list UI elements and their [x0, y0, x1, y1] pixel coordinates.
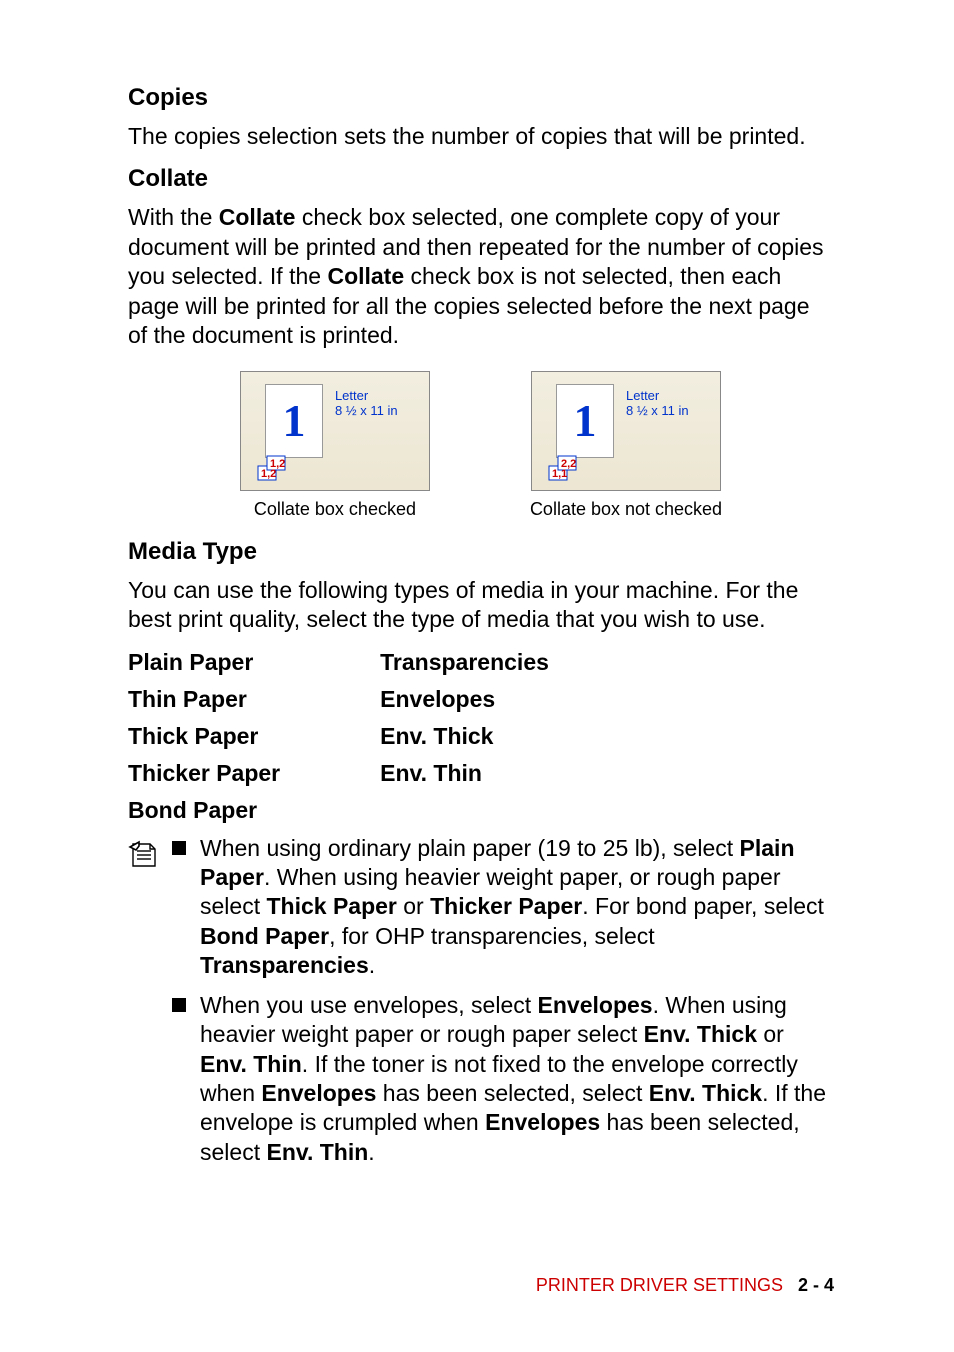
note-text-2: When you use envelopes, select Envelopes…	[200, 991, 834, 1168]
media-item: Env. Thin	[380, 760, 549, 787]
media-type-table: Plain Paper Thin Paper Thick Paper Thick…	[128, 649, 834, 824]
note-item-2: When you use envelopes, select Envelopes…	[172, 991, 834, 1168]
t: .	[369, 952, 375, 978]
page-footer: PRINTER DRIVER SETTINGS 2 - 4	[536, 1275, 834, 1296]
collate-checked-image: 1 Letter 8 ½ x 11 in 1,2 1,2	[240, 371, 430, 491]
numeral-one-icon: 1	[574, 394, 597, 447]
paper-size-label: Letter 8 ½ x 11 in	[335, 388, 398, 419]
s2-b2: Collate	[327, 263, 404, 289]
media-item: Env. Thick	[380, 723, 549, 750]
media-col-2: Transparencies Envelopes Env. Thick Env.…	[380, 649, 549, 824]
text-collate: With the Collate check box selected, one…	[128, 203, 834, 350]
b: Envelopes	[485, 1109, 600, 1135]
b: Thick Paper	[266, 893, 396, 919]
size-label: 8 ½ x 11 in	[335, 403, 398, 418]
text-media-type: You can use the following types of media…	[128, 576, 834, 635]
t: .	[368, 1139, 374, 1165]
b: Thicker Paper	[430, 893, 582, 919]
media-item: Thicker Paper	[128, 760, 280, 787]
stack-icon: 2,2 1,1	[546, 450, 592, 484]
media-item: Bond Paper	[128, 797, 280, 824]
collate-checked-col: 1 Letter 8 ½ x 11 in 1,2 1,2 Collate box…	[240, 371, 430, 520]
media-item: Thick Paper	[128, 723, 280, 750]
media-item: Transparencies	[380, 649, 549, 676]
b: Bond Paper	[200, 923, 329, 949]
footer-section: PRINTER DRIVER SETTINGS	[536, 1275, 783, 1295]
t: . For bond paper, select	[582, 893, 824, 919]
caption-checked: Collate box checked	[254, 499, 416, 520]
footer-page: 2 - 4	[798, 1275, 834, 1295]
b: Envelopes	[261, 1080, 376, 1106]
media-item: Thin Paper	[128, 686, 280, 713]
b: Env. Thin	[266, 1139, 368, 1165]
t: When using ordinary plain paper (19 to 2…	[200, 835, 740, 861]
collate-unchecked-image: 1 Letter 8 ½ x 11 in 2,2 1,1	[531, 371, 721, 491]
t: or	[757, 1021, 784, 1047]
note-text-1: When using ordinary plain paper (19 to 2…	[200, 834, 834, 981]
letter-label: Letter	[335, 388, 368, 403]
letter-label: Letter	[626, 388, 659, 403]
size-label: 8 ½ x 11 in	[626, 403, 689, 418]
b: Env. Thick	[649, 1080, 762, 1106]
media-item: Plain Paper	[128, 649, 280, 676]
t: has been selected, select	[376, 1080, 648, 1106]
s2-t1: With the	[128, 204, 219, 230]
heading-media-type: Media Type	[128, 538, 834, 566]
numeral-one-icon: 1	[282, 394, 305, 447]
collate-images-row: 1 Letter 8 ½ x 11 in 1,2 1,2 Collate box…	[128, 371, 834, 520]
b: Envelopes	[538, 992, 653, 1018]
t: When you use envelopes, select	[200, 992, 538, 1018]
b: Transparencies	[200, 952, 369, 978]
text-copies: The copies selection sets the number of …	[128, 122, 834, 151]
b: Env. Thin	[200, 1051, 302, 1077]
page-preview-icon: 1	[265, 384, 323, 458]
media-item: Envelopes	[380, 686, 549, 713]
note-item-1: When using ordinary plain paper (19 to 2…	[172, 834, 834, 981]
page-preview-icon: 1	[556, 384, 614, 458]
caption-unchecked: Collate box not checked	[530, 499, 722, 520]
media-col-1: Plain Paper Thin Paper Thick Paper Thick…	[128, 649, 280, 824]
b: Env. Thick	[644, 1021, 757, 1047]
heading-collate: Collate	[128, 165, 834, 193]
t: or	[397, 893, 430, 919]
s2-b1: Collate	[219, 204, 296, 230]
note-list: When using ordinary plain paper (19 to 2…	[172, 834, 834, 1178]
collate-unchecked-col: 1 Letter 8 ½ x 11 in 2,2 1,1 Collate box…	[530, 371, 722, 520]
stack-label-2: 1,2	[261, 468, 276, 480]
t: , for OHP transparencies, select	[329, 923, 655, 949]
stack-label-2: 1,1	[552, 468, 567, 480]
stack-icon: 1,2 1,2	[255, 450, 301, 484]
note-section: When using ordinary plain paper (19 to 2…	[128, 834, 834, 1178]
note-icon	[128, 834, 172, 1178]
bullet-icon	[172, 991, 200, 1168]
paper-size-label: Letter 8 ½ x 11 in	[626, 388, 689, 419]
bullet-icon	[172, 834, 200, 981]
heading-copies: Copies	[128, 84, 834, 112]
